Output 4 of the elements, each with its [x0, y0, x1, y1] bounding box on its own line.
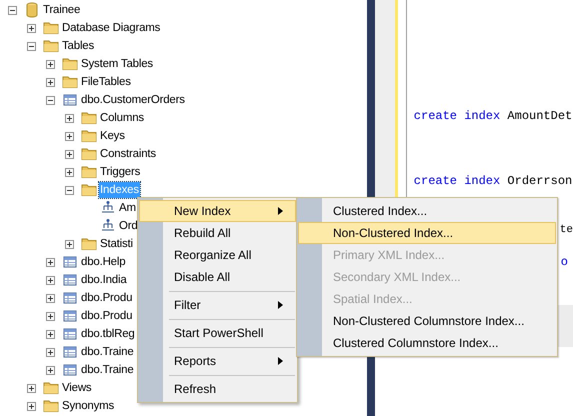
code-line: create index AmountDet: [414, 108, 573, 124]
code-fragment: te: [560, 224, 573, 236]
code-line: create index Orderrson: [414, 173, 573, 189]
code-fragment: o: [560, 255, 568, 269]
